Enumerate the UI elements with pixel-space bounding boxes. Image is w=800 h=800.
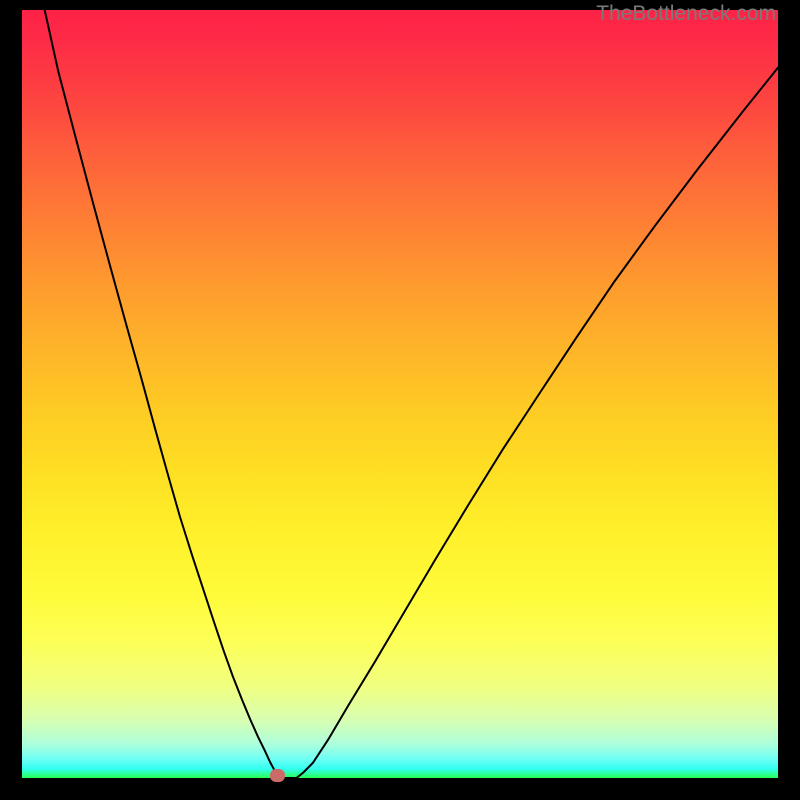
watermark: TheBottleneck.com (596, 2, 776, 26)
bottleneck-curve (45, 10, 778, 778)
chart-frame: TheBottleneck.com (22, 10, 778, 778)
optimal-marker (270, 769, 285, 782)
curve-plot (22, 10, 778, 778)
